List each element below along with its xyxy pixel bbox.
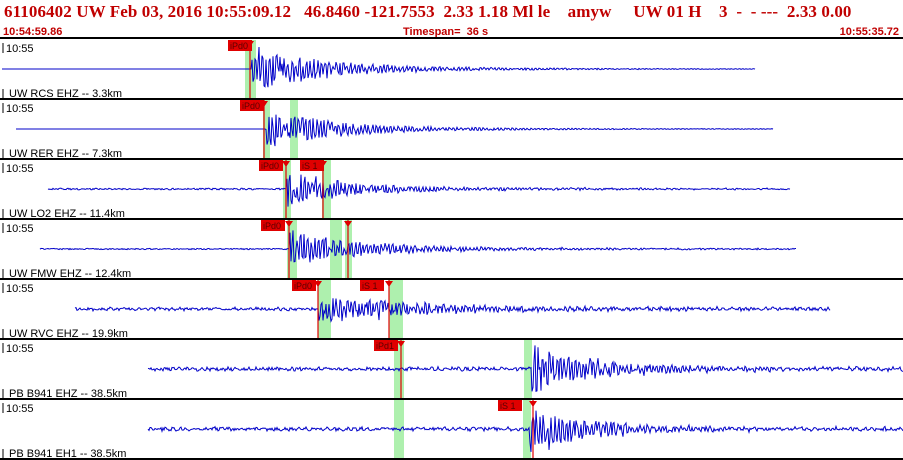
trace-row[interactable]: iPd0 iS 110:55UW LO2 EHZ -- 11.4km — [0, 160, 903, 220]
trace-row[interactable]: iS 110:55PB B941 EH1 -- 38.5km — [0, 400, 903, 460]
pick-label: iS 1 — [362, 281, 378, 291]
trace-row[interactable]: iPd010:55UW RER EHZ -- 7.3km — [0, 100, 903, 160]
trace-minute-label: 10:55 — [6, 223, 34, 235]
trace-minute-label: 10:55 — [6, 403, 34, 415]
trace-row[interactable]: iPd010:55UW RCS EHZ -- 3.3km — [0, 40, 903, 100]
trace-separator — [0, 278, 903, 280]
pick-label: iPd0 — [230, 41, 248, 51]
event-header: 61106402 UW Feb 03, 2016 10:55:09.12 46.… — [0, 0, 903, 39]
trace-separator — [0, 98, 903, 100]
waveform-trace — [39, 230, 796, 263]
waveform-trace — [16, 114, 774, 147]
pick-label: iS 1 — [302, 161, 318, 171]
trace-row[interactable]: iPd110:55PB B941 EHZ -- 38.5km — [0, 340, 903, 400]
trace-minute-label: 10:55 — [6, 103, 34, 115]
trace-minute-label: 10:55 — [6, 343, 34, 355]
waveform-trace — [2, 46, 756, 88]
trace-minute-label: 10:55 — [6, 163, 34, 175]
pick-label: iS 1 — [500, 401, 516, 411]
trace-separator — [0, 158, 903, 160]
pick-label: iPd0 — [294, 281, 312, 291]
pick-label: iPd0 — [263, 221, 281, 231]
trace-separator — [0, 338, 903, 340]
waveform-trace — [47, 174, 791, 207]
trace-separator — [0, 398, 903, 400]
pick-label: iPd0 — [242, 101, 260, 111]
pick-label: iPd0 — [261, 161, 279, 171]
event-summary-title: 61106402 UW Feb 03, 2016 10:55:09.12 46.… — [4, 2, 852, 21]
trace-minute-label: 10:55 — [6, 43, 34, 55]
seismogram-panel[interactable]: iPd010:55UW RCS EHZ -- 3.3kmiPd010:55UW … — [0, 39, 903, 460]
waveform-trace — [74, 298, 831, 323]
trace-row[interactable]: iPd010:55UW FMW EHZ -- 12.4km — [0, 220, 903, 280]
trace-separator — [0, 218, 903, 220]
trace-row[interactable]: iPd0 iS 110:55UW RVC EHZ -- 19.9km — [0, 280, 903, 340]
pick-label: iPd1 — [376, 341, 394, 351]
trace-minute-label: 10:55 — [6, 283, 34, 295]
